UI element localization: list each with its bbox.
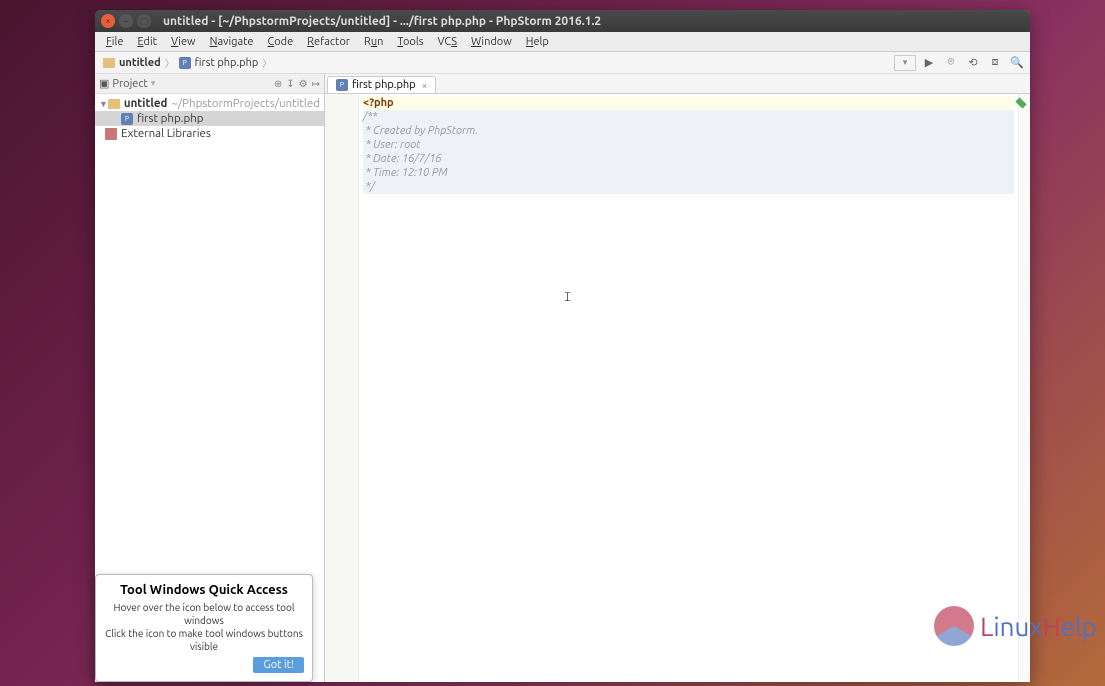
tooltip-body-line: Hover over the icon below to access tool… [114, 602, 295, 626]
code-line: /** [363, 111, 377, 123]
right-gutter [1018, 94, 1030, 682]
php-icon: P [179, 57, 191, 69]
gear-icon[interactable]: ⚙ [299, 78, 308, 90]
breadcrumb-root-label: untitled [119, 57, 161, 69]
tree-root-path: ~/PhpstormProjects/untitled [171, 97, 320, 110]
folder-icon [103, 58, 115, 68]
close-icon[interactable]: × [422, 80, 428, 91]
php-icon: P [336, 79, 348, 91]
collapse-icon[interactable]: ↧ [286, 78, 294, 90]
menu-navigate[interactable]: Navigate [203, 34, 261, 50]
tree-file[interactable]: P first php.php [95, 111, 324, 126]
menu-vcs[interactable]: VCS [431, 34, 465, 50]
coverage-icon[interactable]: ⟲ [964, 54, 982, 72]
tree-file-label: first php.php [137, 112, 204, 125]
project-pane-header[interactable]: ▣ Project ▾ ⊕ ↧ ⚙ ↦ [95, 74, 324, 94]
search-icon[interactable]: 🔍 [1008, 54, 1026, 72]
menu-run[interactable]: Run [357, 34, 390, 50]
close-icon[interactable]: × [101, 14, 115, 28]
library-icon [105, 128, 117, 140]
hide-icon[interactable]: ↦ [312, 78, 320, 90]
minimize-icon[interactable]: − [119, 14, 133, 28]
menu-refactor[interactable]: Refactor [300, 34, 357, 50]
watermark-text: LinuxHelp [980, 612, 1097, 641]
tooltip-title: Tool Windows Quick Access [104, 583, 304, 597]
menu-view[interactable]: View [164, 34, 203, 50]
breadcrumb-file-label: first php.php [195, 57, 259, 69]
editor-tab-label: first php.php [352, 79, 416, 91]
stop-icon[interactable]: ⧈ [986, 54, 1004, 72]
status-indicator-icon [1015, 97, 1026, 108]
dropdown-icon[interactable]: ▾ [151, 78, 156, 89]
menu-file[interactable]: File [99, 34, 130, 50]
run-config-selector[interactable]: ▾ [894, 55, 916, 71]
code-line: * Time: 12:10 PM [363, 167, 448, 179]
breadcrumb-bar: untitled 〉 P first php.php 〉 ▾ ▶ ⌾ ⟲ ⧈ 🔍 [95, 52, 1030, 74]
toolbar-right: ▾ ▶ ⌾ ⟲ ⧈ 🔍 [894, 54, 1026, 72]
chevron-right-icon: 〉 [165, 55, 175, 70]
watermark: LinuxHelp [934, 606, 1097, 646]
breadcrumb-root[interactable]: untitled [99, 57, 165, 69]
maximize-icon[interactable]: ▢ [137, 14, 151, 28]
menu-tools[interactable]: Tools [390, 34, 430, 50]
project-pane-title: Project [112, 78, 147, 90]
run-icon[interactable]: ▶ [920, 54, 938, 72]
folder-icon [108, 99, 119, 109]
code-line: * Created by PhpStorm. [363, 125, 478, 137]
target-icon[interactable]: ⊕ [274, 78, 282, 90]
tooltip-body: Hover over the icon below to access tool… [104, 601, 304, 653]
got-it-button[interactable]: Got it! [253, 657, 304, 673]
code-line: * Date: 16/7/16 [363, 153, 442, 165]
menubar: File Edit View Navigate Code Refactor Ru… [95, 32, 1030, 52]
text-cursor-icon: 𝙸 [563, 290, 572, 305]
line-gutter [325, 94, 359, 682]
chevron-down-icon[interactable]: ▼ [99, 99, 108, 109]
menu-help[interactable]: Help [519, 34, 556, 50]
code-line: * User: root [363, 139, 420, 151]
tree-external-libs[interactable]: External Libraries [95, 126, 324, 141]
editor-area: P first php.php × <?php /** * Created by … [325, 74, 1030, 682]
tree-external-label: External Libraries [121, 127, 211, 140]
titlebar[interactable]: × − ▢ untitled - [~/PhpstormProjects/unt… [95, 10, 1030, 32]
window-title: untitled - [~/PhpstormProjects/untitled]… [163, 15, 601, 28]
editor-content[interactable]: <?php /** * Created by PhpStorm. * User: … [325, 94, 1030, 682]
editor-tab[interactable]: P first php.php × [327, 76, 436, 93]
chevron-right-icon: 〉 [262, 55, 272, 70]
menu-window[interactable]: Window [464, 34, 519, 50]
breadcrumb-file[interactable]: P first php.php [175, 57, 263, 69]
tree-root[interactable]: ▼ untitled ~/PhpstormProjects/untitled [95, 96, 324, 111]
menu-edit[interactable]: Edit [130, 34, 164, 50]
code-area[interactable]: <?php /** * Created by PhpStorm. * User: … [359, 94, 1018, 682]
tool-windows-tooltip: Tool Windows Quick Access Hover over the… [95, 574, 313, 682]
editor-tabs: P first php.php × [325, 74, 1030, 94]
project-pane-icon: ▣ [99, 77, 109, 90]
linuxhelp-logo-icon [934, 606, 974, 646]
php-icon: P [121, 113, 133, 125]
code-line: */ [363, 181, 375, 193]
debug-icon[interactable]: ⌾ [942, 54, 960, 72]
tree-root-label: untitled [124, 97, 168, 110]
tooltip-body-line: Click the icon to make tool windows butt… [105, 628, 303, 652]
code-line: <?php [363, 97, 394, 109]
menu-code[interactable]: Code [260, 34, 300, 50]
